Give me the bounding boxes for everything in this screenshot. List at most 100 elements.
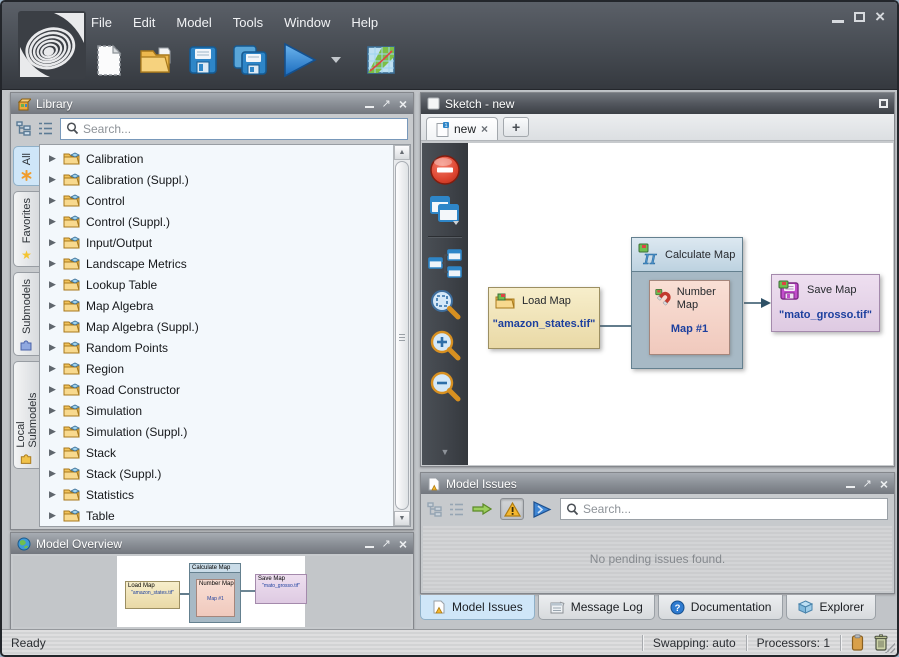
zoom-fit-button[interactable]	[429, 288, 461, 320]
menu-edit[interactable]: Edit	[130, 12, 169, 33]
tree-item-control[interactable]: ▶Control	[40, 190, 393, 211]
tree-item-calibration-suppl[interactable]: ▶Calibration (Suppl.)	[40, 169, 393, 190]
expand-icon[interactable]: ▶	[49, 489, 57, 500]
tree-item-map-algebra-suppl[interactable]: ▶Map Algebra (Suppl.)	[40, 316, 393, 337]
tree-item-control-suppl[interactable]: ▶Control (Suppl.)	[40, 211, 393, 232]
side-tab-local-submodels[interactable]: Local Submodels	[13, 361, 39, 469]
node-calculate-map-container[interactable]: π Calculate Map	[631, 237, 743, 369]
tree-item-input-output[interactable]: ▶Input/Output	[40, 232, 393, 253]
scrollbar-thumb[interactable]	[395, 161, 409, 510]
tab-model-issues[interactable]: Model Issues	[420, 595, 535, 620]
expand-icon[interactable]: ▶	[49, 384, 57, 395]
library-search-input[interactable]	[83, 122, 402, 136]
show-execution-issues-toggle[interactable]	[531, 498, 553, 520]
run-model-button[interactable]	[278, 40, 320, 80]
expand-icon[interactable]: ▶	[49, 279, 57, 290]
tree-item-table[interactable]: ▶Table	[40, 505, 393, 526]
side-tab-all[interactable]: All	[13, 146, 39, 186]
close-tab-icon[interactable]: ×	[481, 122, 488, 136]
library-scrollbar[interactable]: ▲ ▼	[393, 145, 410, 526]
tab-message-log[interactable]: Message Log	[538, 595, 655, 620]
expand-icon[interactable]: ▶	[49, 321, 57, 332]
menu-help[interactable]: Help	[348, 12, 392, 33]
map-viewer-button[interactable]	[362, 40, 400, 80]
expand-icon[interactable]: ▶	[49, 426, 57, 437]
expand-icon[interactable]: ▶	[49, 510, 57, 521]
expand-icon[interactable]: ▶	[49, 174, 57, 185]
tree-item-simulation-suppl[interactable]: ▶Simulation (Suppl.)	[40, 421, 393, 442]
side-tab-favorites[interactable]: Favorites ★	[13, 191, 39, 267]
scroll-down-icon[interactable]: ▼	[394, 511, 410, 526]
save-all-button[interactable]	[231, 40, 269, 80]
open-model-button[interactable]	[137, 40, 175, 80]
overview-float-button[interactable]: ↗	[382, 539, 391, 549]
list-view-icon[interactable]	[38, 121, 53, 136]
side-tab-submodels[interactable]: Submodels	[13, 272, 39, 356]
tree-item-region[interactable]: ▶Region	[40, 358, 393, 379]
menu-tools[interactable]: Tools	[230, 12, 277, 33]
menu-window[interactable]: Window	[281, 12, 344, 33]
tab-explorer[interactable]: Explorer	[786, 595, 876, 620]
tree-item-landscape-metrics[interactable]: ▶Landscape Metrics	[40, 253, 393, 274]
maximize-window-button[interactable]	[854, 12, 865, 22]
tree-item-stack-suppl[interactable]: ▶Stack (Suppl.)	[40, 463, 393, 484]
menu-file[interactable]: File	[88, 12, 126, 33]
tree-item-map-algebra[interactable]: ▶Map Algebra	[40, 295, 393, 316]
minimize-window-button[interactable]	[832, 20, 844, 23]
library-float-button[interactable]: ↗	[382, 99, 391, 109]
issues-search-input[interactable]	[583, 502, 882, 516]
add-tab-button[interactable]: +	[503, 117, 529, 137]
expand-icon[interactable]: ▶	[49, 153, 57, 164]
resize-grip[interactable]	[885, 643, 895, 653]
tree-item-calibration[interactable]: ▶Calibration	[40, 148, 393, 169]
expand-icon[interactable]: ▶	[49, 237, 57, 248]
sketch-canvas[interactable]: Load Map "amazon_states.tif" π Calculate…	[468, 143, 893, 465]
expand-icon[interactable]: ▶	[49, 300, 57, 311]
show-warnings-toggle[interactable]	[500, 498, 524, 520]
scroll-up-icon[interactable]: ▲	[394, 145, 410, 160]
overview-close-button[interactable]: ×	[399, 538, 407, 550]
zoom-out-button[interactable]	[429, 370, 461, 402]
issues-float-button[interactable]: ↗	[863, 479, 872, 489]
expand-icon[interactable]: ▶	[49, 363, 57, 374]
tree-view-icon[interactable]	[16, 121, 31, 136]
issues-close-button[interactable]: ×	[880, 478, 888, 490]
node-number-map[interactable]: Number Map Map #1	[649, 280, 730, 355]
close-window-button[interactable]: ×	[875, 10, 885, 24]
auto-layout-button[interactable]	[428, 249, 462, 279]
tree-item-random-points[interactable]: ▶Random Points	[40, 337, 393, 358]
expand-icon[interactable]: ▶	[49, 468, 57, 479]
tab-documentation[interactable]: ? Documentation	[658, 595, 784, 620]
node-load-map[interactable]: Load Map "amazon_states.tif"	[488, 287, 600, 349]
save-model-button[interactable]	[184, 40, 222, 80]
issues-tree-view-icon[interactable]	[427, 502, 442, 517]
expand-icon[interactable]: ▶	[49, 342, 57, 353]
issues-list-view-icon[interactable]	[449, 502, 464, 517]
windows-cascade-button[interactable]	[429, 195, 461, 225]
expand-icon[interactable]: ▶	[49, 195, 57, 206]
clipboard-icon[interactable]	[851, 634, 864, 651]
tree-item-statistics[interactable]: ▶Statistics	[40, 484, 393, 505]
issues-minimize-button[interactable]	[846, 486, 855, 488]
expand-icon[interactable]: ▶	[49, 216, 57, 227]
expand-icon[interactable]: ▶	[49, 447, 57, 458]
node-save-map[interactable]: Save Map "mato_grosso.tif"	[771, 274, 880, 332]
menu-model[interactable]: Model	[173, 12, 225, 33]
zoom-in-button[interactable]	[429, 329, 461, 361]
toolbar-scroll-down-icon[interactable]: ▼	[441, 447, 450, 457]
tree-item-stack[interactable]: ▶Stack	[40, 442, 393, 463]
expand-icon[interactable]: ▶	[49, 405, 57, 416]
remove-functor-button[interactable]	[429, 154, 461, 186]
sketch-maximize-button[interactable]	[879, 99, 888, 108]
expand-icon[interactable]: ▶	[49, 258, 57, 269]
run-options-dropdown[interactable]	[331, 57, 341, 63]
overview-minimize-button[interactable]	[365, 546, 374, 548]
tree-item-road-constructor[interactable]: ▶Road Constructor	[40, 379, 393, 400]
tree-item-simulation[interactable]: ▶Simulation	[40, 400, 393, 421]
library-minimize-button[interactable]	[365, 106, 374, 108]
tree-item-lookup-table[interactable]: ▶Lookup Table	[40, 274, 393, 295]
go-to-issue-button[interactable]	[471, 498, 493, 520]
model-overview-viewport[interactable]: Load Map "amazon_states.tif" Calculate M…	[13, 556, 411, 627]
sketch-tab-new[interactable]: 1 new ×	[426, 117, 498, 140]
new-model-button[interactable]	[90, 40, 128, 80]
